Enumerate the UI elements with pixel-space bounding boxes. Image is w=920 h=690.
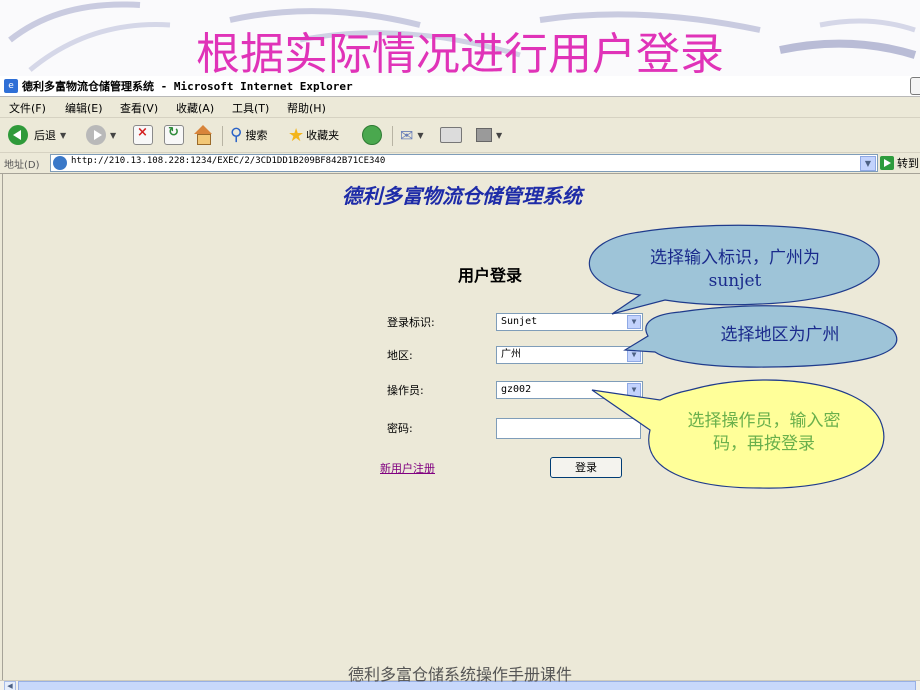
login-title: 用户登录 — [458, 266, 523, 285]
menu-edit[interactable]: 编辑(E) — [65, 100, 103, 116]
password-field[interactable] — [496, 418, 641, 439]
callout-operator-text: 选择操作员，输入密码，再按登录 — [687, 411, 841, 454]
address-input[interactable]: http://210.13.108.228:1234/EXEC/2/3CD1DD… — [50, 154, 878, 172]
chevron-down-icon[interactable]: ▼ — [627, 383, 641, 397]
toolbar: 后退 ▼ ▼ × ↻ ⚲ 搜索 ★ 收藏夹 ✉ ▼ ▼ — [0, 118, 920, 153]
forward-arrow-icon — [86, 125, 106, 145]
go-button[interactable]: 转到 — [880, 155, 919, 171]
back-arrow-icon — [8, 125, 28, 145]
slide-title: 根据实际情况进行用户登录 — [196, 29, 724, 80]
address-url: http://210.13.108.228:1234/EXEC/2/3CD1DD… — [71, 156, 386, 166]
page-icon — [53, 156, 67, 170]
back-label: 后退 — [34, 129, 56, 142]
history-button[interactable] — [362, 124, 382, 146]
browser-window: e 德利多富物流仓储管理系统 - Microsoft Internet Expl… — [0, 76, 920, 690]
search-icon: ⚲ — [230, 125, 243, 145]
forward-button[interactable]: ▼ — [86, 124, 120, 146]
chevron-down-icon: ▼ — [60, 130, 67, 140]
slide-footer: 德利多富仓储系统操作手册课件 — [347, 665, 572, 684]
region-label: 地区: — [387, 349, 413, 362]
operator-select[interactable]: gz002 ▼ — [496, 381, 643, 399]
chevron-down-icon: ▼ — [417, 130, 424, 140]
mail-icon: ✉ — [400, 125, 414, 145]
home-button[interactable] — [193, 124, 213, 146]
history-icon — [362, 125, 382, 145]
chevron-down-icon: ▼ — [496, 130, 503, 140]
stop-button[interactable]: × — [133, 124, 153, 146]
address-label: 地址(D) — [4, 160, 40, 171]
star-icon: ★ — [288, 124, 305, 146]
system-title: 德利多富物流仓储管理系统 — [342, 184, 582, 208]
back-button[interactable]: 后退 ▼ — [8, 124, 70, 146]
menu-help[interactable]: 帮助(H) — [287, 100, 326, 116]
menu-tools[interactable]: 工具(T) — [232, 100, 269, 116]
print-button[interactable] — [440, 124, 462, 146]
favorites-button[interactable]: ★ 收藏夹 — [288, 124, 339, 146]
operator-label: 操作员: — [387, 384, 424, 397]
mail-button[interactable]: ✉ ▼ — [400, 124, 428, 146]
chevron-down-icon[interactable]: ▼ — [860, 156, 876, 171]
address-bar: 地址(D) http://210.13.108.228:1234/EXEC/2/… — [0, 153, 920, 174]
callout-region-text: 选择地区为广州 — [720, 325, 840, 345]
search-button[interactable]: ⚲ 搜索 — [230, 124, 267, 146]
chevron-down-icon[interactable]: ▼ — [627, 348, 641, 362]
toolbar-separator — [222, 126, 223, 146]
edit-button[interactable]: ▼ — [476, 124, 506, 146]
refresh-icon: ↻ — [164, 125, 184, 145]
chevron-down-icon: ▼ — [110, 130, 117, 140]
region-value: 广州 — [501, 349, 521, 360]
edit-icon — [476, 128, 492, 142]
login-id-value: Sunjet — [501, 316, 538, 327]
login-button[interactable]: 登录 — [550, 457, 622, 478]
operator-value: gz002 — [501, 384, 532, 395]
region-select[interactable]: 广州 ▼ — [496, 346, 643, 364]
login-id-label: 登录标识: — [387, 316, 435, 329]
go-arrow-icon — [880, 156, 894, 170]
refresh-button[interactable]: ↻ — [164, 124, 184, 146]
go-label: 转到 — [897, 157, 919, 170]
search-label: 搜索 — [245, 129, 268, 142]
password-label: 密码: — [387, 422, 413, 435]
menu-view[interactable]: 查看(V) — [120, 100, 158, 116]
menu-file[interactable]: 文件(F) — [9, 100, 46, 116]
login-id-select[interactable]: Sunjet ▼ — [496, 313, 643, 331]
printer-icon — [440, 127, 462, 143]
menu-bar: 文件(F) 编辑(E) 查看(V) 收藏(A) 工具(T) 帮助(H) — [0, 97, 920, 118]
home-icon — [193, 125, 213, 145]
menu-favorites[interactable]: 收藏(A) — [176, 100, 214, 116]
chevron-down-icon[interactable]: ▼ — [627, 315, 641, 329]
toolbar-separator — [392, 126, 393, 146]
favorites-label: 收藏夹 — [306, 129, 340, 142]
register-link[interactable]: 新用户注册 — [380, 460, 435, 476]
stop-icon: × — [133, 125, 153, 145]
callout-login-id-text: 选择输入标识，广州为sunjet — [650, 248, 820, 291]
